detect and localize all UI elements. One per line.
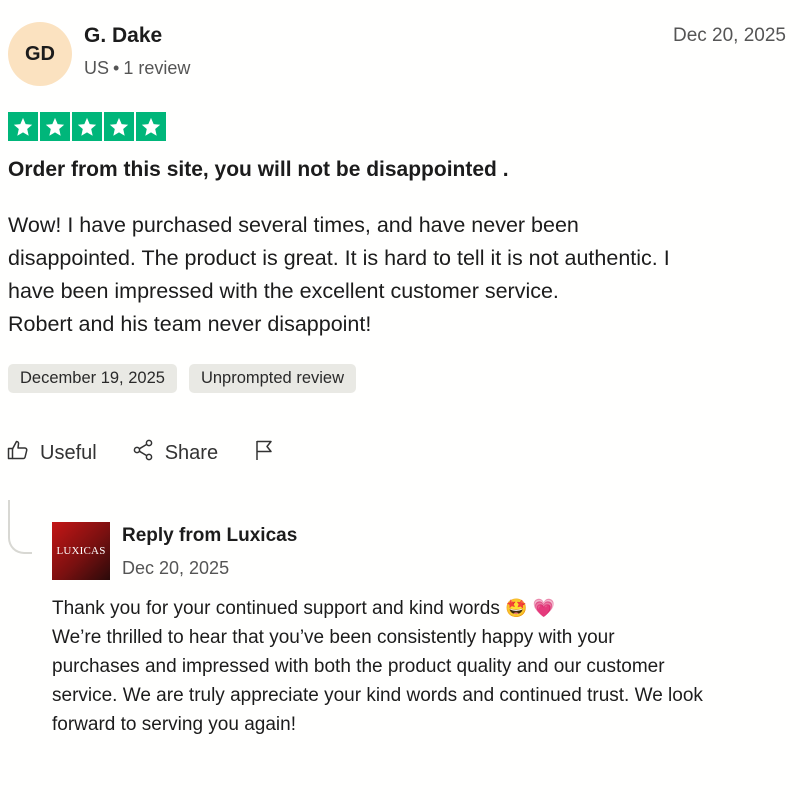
reply-heading: Reply from Luxicas (122, 525, 298, 546)
experience-date-tag: December 19, 2025 (8, 364, 177, 393)
reply-body-line: We’re thrilled to hear that you’ve been … (52, 627, 615, 648)
star-icon (72, 112, 102, 141)
star-icon (40, 112, 70, 141)
review-body-line: Wow! I have purchased several times, and… (8, 213, 579, 237)
star-rating (8, 112, 166, 141)
report-button[interactable] (252, 438, 276, 468)
reviewer-review-count: 1 review (123, 58, 191, 78)
meta-separator: • (113, 58, 120, 78)
share-label: Share (164, 441, 219, 464)
avatar-initials: GD (25, 42, 55, 65)
pink-heart-emoji-icon: 💗 (532, 598, 556, 619)
star-icon (136, 112, 166, 141)
reply-body: Thank you for your continued support and… (52, 594, 792, 739)
reviewer-meta: US • 1 review (84, 58, 190, 79)
share-icon (131, 438, 155, 468)
flag-icon (252, 438, 276, 468)
useful-label: Useful (40, 441, 97, 464)
review-title[interactable]: Order from this site, you will not be di… (8, 158, 509, 182)
reply-body-line: service. We are truly appreciate your ki… (52, 685, 703, 706)
reply-date: Dec 20, 2025 (122, 558, 230, 578)
reviewer-name[interactable]: G. Dake (84, 24, 162, 48)
review-body-line: disappointed. The product is great. It i… (8, 246, 670, 270)
reviewer-country: US (84, 58, 110, 78)
star-struck-emoji-icon: 🤩 (505, 598, 528, 619)
review-actions: Useful Share (6, 438, 310, 468)
review-body: Wow! I have purchased several times, and… (8, 209, 788, 341)
useful-button[interactable]: Useful (6, 438, 97, 468)
company-logo-text: LUXICAS (56, 545, 106, 557)
review-body-line: have been impressed with the excellent c… (8, 279, 559, 303)
reply-body-text: Thank you for your continued support and… (52, 598, 500, 619)
review-tags: December 19, 2025 Unprompted review (8, 364, 356, 393)
reply-body-line: purchases and impressed with both the pr… (52, 656, 665, 677)
star-icon (104, 112, 134, 141)
thumbs-up-icon (6, 438, 30, 468)
reply-connector (8, 500, 32, 554)
reply-body-line: forward to serving you again! (52, 714, 296, 735)
review-date: Dec 20, 2025 (672, 25, 786, 46)
review-body-line: Robert and his team never disappoint! (8, 312, 372, 336)
company-logo: LUXICAS (52, 522, 110, 580)
share-button[interactable]: Share (131, 438, 218, 468)
unprompted-review-tag[interactable]: Unprompted review (188, 364, 356, 393)
avatar[interactable]: GD (8, 22, 72, 86)
star-icon (8, 112, 38, 141)
reply-body-line: Thank you for your continued support and… (52, 594, 792, 623)
